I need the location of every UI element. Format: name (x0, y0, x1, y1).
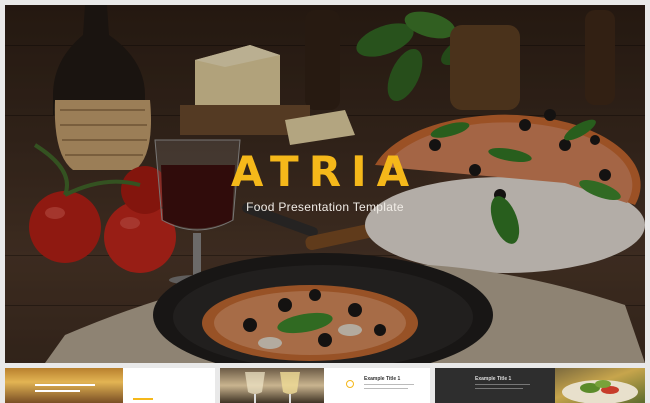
thumbnail-title: Example Title 1 (364, 376, 401, 382)
hero-slide: ATRIA Food Presentation Template (5, 5, 645, 363)
circle-icon (346, 380, 354, 388)
text-line-placeholder (35, 384, 95, 386)
slide-thumbnail-strip: Example Title 1 Example Title 1 (0, 368, 650, 403)
slide-thumbnail[interactable]: Example Title 1 (324, 368, 430, 403)
slide-thumbnail[interactable] (123, 368, 215, 403)
accent-bar (133, 398, 153, 400)
slide-thumbnail[interactable] (220, 368, 324, 403)
slide-thumbnail[interactable] (555, 368, 645, 403)
wine-glasses-image (245, 372, 300, 403)
text-line-placeholder (475, 384, 530, 385)
slide-thumbnail[interactable]: Example Title 1 (435, 368, 555, 403)
text-line-placeholder (475, 388, 523, 389)
thumbnail-title: Example Title 1 (475, 376, 512, 382)
slide-thumbnail[interactable] (5, 368, 123, 403)
text-line-placeholder (364, 388, 408, 389)
text-line-placeholder (364, 384, 414, 385)
text-line-placeholder (35, 390, 80, 392)
salad-image (562, 380, 638, 403)
hero-subtitle: Food Presentation Template (246, 200, 404, 214)
hero-title: ATRIA (230, 147, 420, 196)
